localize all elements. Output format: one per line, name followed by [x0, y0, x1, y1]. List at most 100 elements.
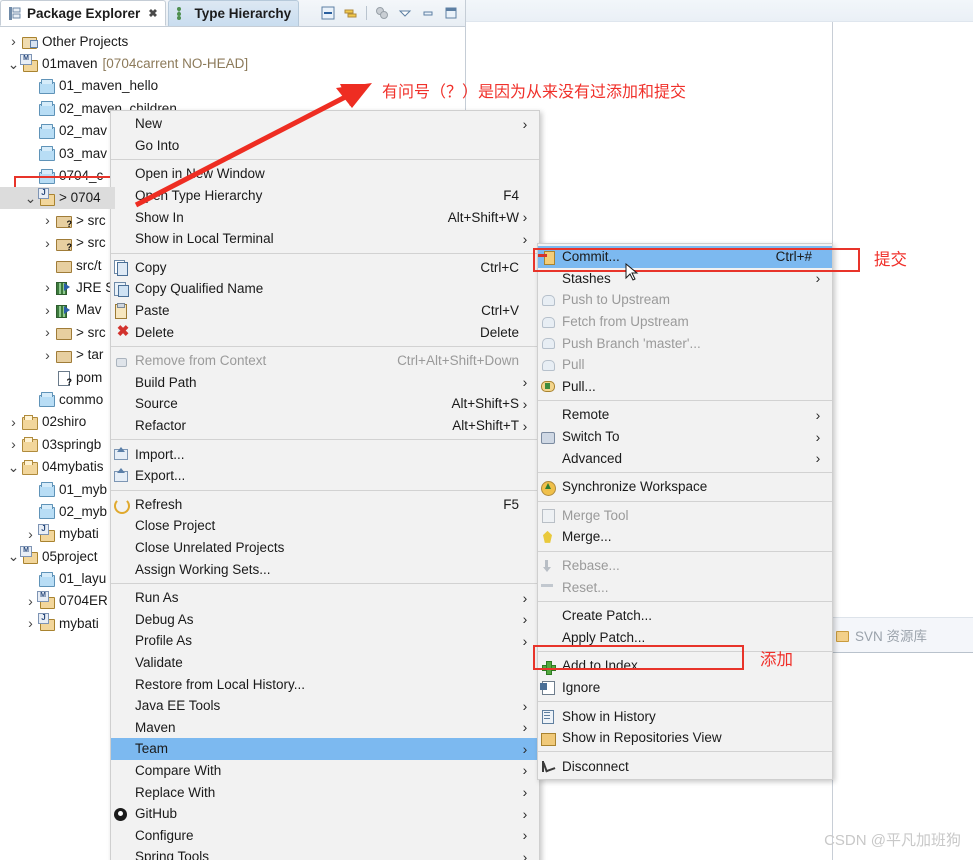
tree-item[interactable]: ⌄ 01maven[0704carrent NO-HEAD]	[0, 52, 465, 74]
menu-item[interactable]: Advanced ›	[538, 447, 832, 469]
minimize-icon[interactable]	[420, 5, 436, 21]
menu-item[interactable]: Synchronize Workspace	[538, 476, 832, 498]
collapse-all-icon[interactable]	[320, 5, 336, 21]
tree-item[interactable]: › Other Projects	[0, 30, 465, 52]
menu-item[interactable]: Debug As ›	[111, 608, 539, 630]
menu-item[interactable]: Open Type Hierarchy F4	[111, 185, 539, 207]
context-menu[interactable]: New › Go Into Open in New Window Open Type H…	[110, 110, 540, 860]
menu-item[interactable]: Close Unrelated Projects	[111, 537, 539, 559]
menu-item-label: Ignore	[562, 679, 601, 695]
menu-item[interactable]: Switch To ›	[538, 426, 832, 448]
menu-item-label: Switch To	[562, 429, 620, 445]
menu-item[interactable]: Validate	[111, 652, 539, 674]
tree-item-label: 01_myb	[59, 481, 108, 497]
chevron-right-icon[interactable]: ›	[6, 34, 21, 48]
focus-on-active-task-icon[interactable]	[374, 5, 390, 21]
chevron-right-icon[interactable]: ›	[40, 303, 55, 317]
chevron-right-icon[interactable]: ›	[23, 616, 38, 630]
menu-item[interactable]: Replace With ›	[111, 781, 539, 803]
menu-icon-placeholder	[111, 762, 135, 778]
menu-item[interactable]: Assign Working Sets...	[111, 558, 539, 580]
chevron-right-icon[interactable]: ›	[40, 236, 55, 250]
menu-item[interactable]: Export...	[111, 465, 539, 487]
menu-icon-placeholder	[111, 396, 135, 412]
menu-item[interactable]: Refresh F5	[111, 494, 539, 516]
chevron-down-icon[interactable]: ⌄	[6, 460, 21, 474]
menu-item[interactable]: Show in Local Terminal ›	[111, 228, 539, 250]
tree-item-label: JRE S	[76, 279, 115, 295]
menu-item[interactable]: Show in Repositories View	[538, 727, 832, 749]
menu-item[interactable]: Show in History	[538, 705, 832, 727]
menu-item-label: Paste	[135, 303, 170, 319]
menu-item[interactable]: Configure ›	[111, 824, 539, 846]
tab-label: Package Explorer	[27, 5, 141, 21]
chevron-right-icon[interactable]: ›	[6, 415, 21, 429]
link-with-editor-icon[interactable]	[343, 5, 359, 21]
tree-item-label: > 0704	[59, 190, 101, 206]
menu-item-label: Maven	[135, 719, 176, 735]
chevron-down-icon[interactable]: ⌄	[6, 57, 21, 71]
chevron-right-icon[interactable]: ›	[40, 213, 55, 227]
menu-item-shortcut: Alt+Shift+T	[452, 418, 519, 434]
menu-item[interactable]: Spring Tools ›	[111, 846, 539, 860]
menu-item[interactable]: Copy Qualified Name	[111, 278, 539, 300]
menu-item[interactable]: Remote ›	[538, 404, 832, 426]
chevron-right-icon[interactable]: ›	[23, 594, 38, 608]
tab-package-explorer[interactable]: Package Explorer ✖	[0, 0, 166, 26]
menu-item-label: Open Type Hierarchy	[135, 188, 263, 204]
menu-item-shortcut: F5	[503, 496, 519, 512]
close-icon[interactable]: ✖	[148, 7, 157, 20]
tree-item-label: > tar	[76, 347, 104, 363]
menu-item[interactable]: Java EE Tools ›	[111, 695, 539, 717]
menu-item[interactable]: Import...	[111, 443, 539, 465]
chevron-right-icon[interactable]: ›	[40, 325, 55, 339]
chevron-down-icon[interactable]: ⌄	[23, 191, 38, 205]
chevron-right-icon[interactable]: ›	[6, 437, 21, 451]
menu-item[interactable]: Ignore	[538, 677, 832, 699]
maximize-icon[interactable]	[443, 5, 459, 21]
menu-item-label: Copy	[135, 259, 167, 275]
menu-item[interactable]: Merge...	[538, 526, 832, 548]
tab-type-hierarchy[interactable]: Type Hierarchy	[167, 0, 300, 26]
menu-item[interactable]: Source Alt+Shift+S ›	[111, 393, 539, 415]
chevron-right-icon: ›	[522, 827, 528, 844]
menu-item[interactable]: Paste Ctrl+V	[111, 300, 539, 322]
rebase-icon	[538, 558, 562, 574]
menu-item: Merge Tool	[538, 505, 832, 527]
menu-item[interactable]: Refactor Alt+Shift+T ›	[111, 415, 539, 437]
menu-item-label: Apply Patch...	[562, 629, 646, 645]
menu-item[interactable]: Apply Patch...	[538, 627, 832, 649]
menu-item[interactable]: Stashes ›	[538, 268, 832, 290]
menu-icon-placeholder	[111, 698, 135, 714]
menu-item[interactable]: Profile As ›	[111, 630, 539, 652]
view-menu-icon[interactable]	[397, 5, 413, 21]
menu-item[interactable]: Restore from Local History...	[111, 673, 539, 695]
chevron-right-icon[interactable]: ›	[23, 527, 38, 541]
menu-item[interactable]: GitHub ›	[111, 803, 539, 825]
menu-item[interactable]: Open in New Window	[111, 163, 539, 185]
menu-item[interactable]: Build Path ›	[111, 372, 539, 394]
menu-item[interactable]: Close Project	[111, 515, 539, 537]
team-submenu[interactable]: Commit... Ctrl+# Stashes › Push to Upstream F…	[537, 243, 833, 781]
menu-item[interactable]: Commit... Ctrl+#	[538, 246, 832, 268]
chevron-right-icon[interactable]: ›	[40, 280, 55, 294]
menu-item[interactable]: Maven ›	[111, 716, 539, 738]
menu-item[interactable]: ✖ Delete Delete	[111, 321, 539, 343]
refresh-icon	[111, 496, 135, 515]
menu-item[interactable]: Copy Ctrl+C	[111, 257, 539, 279]
menu-item[interactable]: Disconnect	[538, 755, 832, 777]
tree-item[interactable]: ⌄ > 0704	[0, 186, 115, 210]
menu-item[interactable]: Team ›	[111, 738, 539, 760]
menu-separator	[538, 500, 832, 502]
menu-item[interactable]: Show In Alt+Shift+W ›	[111, 206, 539, 228]
menu-item[interactable]: Compare With ›	[111, 760, 539, 782]
chevron-right-icon[interactable]: ›	[40, 348, 55, 362]
menu-item[interactable]: New ›	[111, 113, 539, 135]
svn-repositories-panel[interactable]: SVN 资源库	[829, 617, 973, 653]
menu-item[interactable]: Run As ›	[111, 587, 539, 609]
menu-item[interactable]: Go Into	[111, 135, 539, 157]
toolbar-divider	[366, 6, 367, 20]
menu-item[interactable]: Pull...	[538, 376, 832, 398]
chevron-down-icon[interactable]: ⌄	[6, 549, 21, 563]
menu-item[interactable]: Create Patch...	[538, 605, 832, 627]
